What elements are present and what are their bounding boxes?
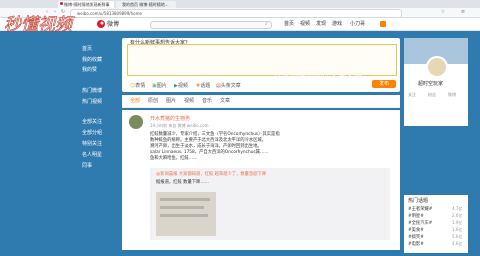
weibo-icon (60, 2, 63, 5)
tab-all[interactable]: 全部 (130, 97, 140, 105)
nav-user[interactable]: 小刀哥 (350, 20, 365, 28)
hot-item[interactable]: #美食# (408, 227, 424, 233)
sidebar-item-hot[interactable]: 热门微博 (82, 87, 102, 94)
tab-articles[interactable]: 文章 (220, 97, 230, 105)
tool-label: 视频 (177, 83, 188, 89)
feed-tabs (122, 95, 400, 108)
tool-label: 话题 (200, 83, 211, 89)
tab-title: 我的首页 微博-随时随地... (122, 2, 169, 7)
sidebar-item-coworkers[interactable]: 同事 (82, 162, 92, 169)
hot-item[interactable]: #明星# (408, 213, 424, 219)
hot-item[interactable]: #王者荣耀# (408, 206, 432, 212)
hot-count: 4.6亿 (452, 241, 463, 246)
sidebar-item-celebs[interactable]: 名人明星 (82, 151, 102, 158)
svg-text:秒懂视频: 秒懂视频 (4, 15, 75, 35)
article-tool[interactable]: ▤头条文章 (216, 82, 241, 89)
nav-home[interactable]: 首页 (284, 20, 294, 28)
video-tool[interactable]: ▶视频 (174, 82, 188, 89)
hot-item[interactable]: #搞笑# (408, 234, 424, 240)
search-input[interactable] (150, 21, 272, 29)
sidebar-item-home[interactable]: 首页 (82, 45, 92, 52)
post-author[interactable]: 开水煮猪的生物男 (150, 115, 190, 122)
profile-count-posts[interactable]: 微博 (448, 92, 456, 98)
hot-title: 热门话题 (408, 198, 429, 204)
browser-tab-2[interactable]: 我的首页 微博-随时随地... (116, 1, 176, 8)
profile-avatar[interactable] (426, 56, 448, 78)
sidebar-item-groups[interactable]: 全部分组 (82, 129, 102, 136)
repost-text[interactable]: @新闻晨报 大家都知道，红鲑 越来越少了，数量急剧下降 (156, 172, 266, 178)
search-icon[interactable]: ⌕ (265, 21, 268, 27)
url-text: weibo.com/u/5813809899/home (77, 11, 142, 16)
tool-label: 头条文章 (220, 83, 241, 89)
star-icon[interactable]: ☆ (440, 9, 446, 16)
tab-images[interactable]: 图片 (166, 97, 176, 105)
hot-count: 2.6亿 (452, 213, 463, 218)
tab-videos[interactable]: 视频 (184, 97, 194, 105)
emoji-tool[interactable]: ☺表情 (130, 82, 145, 89)
post-meta: 10小时前 来自 微博 weibo.com (150, 123, 209, 128)
image-tool[interactable]: ▣图片 (152, 82, 167, 89)
profile-count-following[interactable]: 关注 (408, 92, 416, 98)
sidebar-item-likes[interactable]: 我的赞 (82, 66, 97, 73)
tool-label: 图片 (156, 83, 167, 89)
weibo-logo[interactable]: 微博 (96, 19, 126, 28)
nav-discover[interactable]: 发现 (316, 20, 326, 28)
repost-text: 据报道，红鲑 数量下降…… (156, 180, 209, 185)
image-content (160, 206, 204, 209)
sidebar-item-follow[interactable]: 全部关注 (82, 118, 102, 125)
compose-icon[interactable] (380, 21, 386, 27)
nav-games[interactable]: 游戏 (332, 20, 342, 28)
hot-count: 4.7亿 (452, 206, 463, 211)
svg-text:微博: 微博 (107, 20, 119, 28)
profile-count-fans[interactable]: 粉丝 (428, 92, 436, 98)
image-content (160, 214, 208, 217)
nav-video[interactable]: 视频 (300, 20, 310, 28)
address-bar[interactable]: weibo.com/u/5813809899/home (70, 9, 402, 18)
post-text-line: 鱼和大麻哈鱼，红鲑…… (150, 156, 198, 161)
hot-item[interactable]: #电影# (408, 241, 424, 247)
tip-body: 在发布框中选择头条文章 (274, 70, 362, 79)
sidebar-item-special[interactable]: 特别关注 (82, 140, 102, 147)
hot-count: 1.6亿 (452, 227, 463, 232)
hot-count: 5.6亿 (452, 234, 463, 239)
tab-original[interactable]: 原创 (148, 97, 158, 105)
avatar[interactable] (129, 115, 143, 129)
image-content (160, 198, 210, 201)
hot-item[interactable]: #全民汽车# (408, 220, 432, 226)
sidebar-item-favorites[interactable]: 我的收藏 (82, 56, 102, 63)
tip-title: 小提示： (292, 56, 324, 65)
sidebar-item-hotvideo[interactable]: 热门视频 (82, 98, 102, 105)
tab-title: 微博-随时随地发现新鲜事 (64, 2, 110, 7)
profile-name[interactable]: 超时空玩家 (418, 80, 443, 87)
tab-music[interactable]: 音乐 (202, 97, 212, 105)
tool-label: 表情 (135, 83, 146, 89)
menu-icon[interactable]: ≡ (460, 9, 466, 16)
tip-overlay: 小提示： 在发布框中选择头条文章 (266, 55, 398, 89)
hot-count: 1.9亿 (452, 220, 463, 225)
browser-tab-1[interactable]: 微博-随时随地发现新鲜事 (58, 1, 114, 8)
watermark-logo: 秒懂视频 (2, 10, 90, 40)
topic-tool[interactable]: #话题 (196, 82, 210, 89)
